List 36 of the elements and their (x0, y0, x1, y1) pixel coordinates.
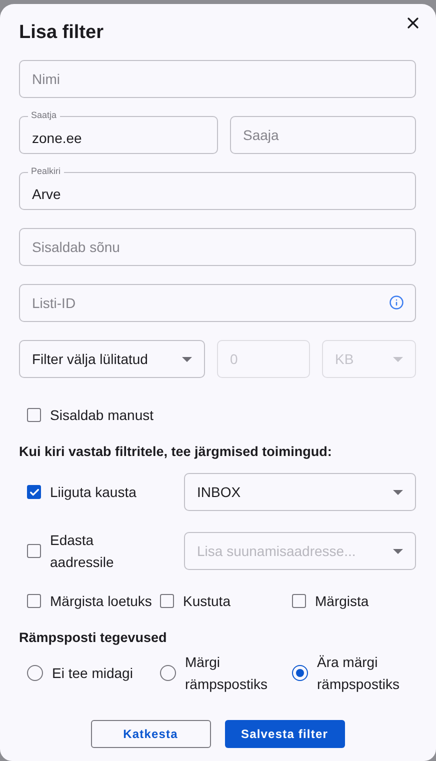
checkbox[interactable] (27, 408, 41, 422)
checkbox-label: Edasta aadressile (50, 531, 115, 572)
radio-button[interactable] (292, 665, 308, 681)
action-select[interactable]: INBOX (184, 473, 416, 511)
checkbox-label: Märgista loetuks (50, 592, 152, 611)
section-heading: Kui kiri vastab filtritele, tee järgmised toimingud: (19, 444, 333, 459)
size-mode-select[interactable]: Filter välja lülitatud (19, 340, 205, 378)
caret-icon (393, 356, 403, 362)
dialog-title: Lisa filter (19, 22, 104, 44)
checkbox-label: Sisaldab manust (50, 406, 154, 425)
section-heading: Rämpsposti tegevused (19, 630, 168, 645)
radio-label: Märgi rämpspostiks (185, 653, 268, 694)
field-label: Saatja (28, 110, 60, 121)
info-icon[interactable] (389, 295, 404, 310)
cancel-button[interactable]: Katkesta (90, 720, 210, 748)
contains-field[interactable]: Sisaldab sõnu (19, 228, 416, 266)
caret-icon (182, 356, 192, 362)
radio-label: Ära märgi rämpspostiks (317, 653, 400, 694)
checkbox-label: Liiguta kausta (50, 483, 136, 502)
recipient-field[interactable]: Saaja (230, 116, 416, 154)
caret-icon (393, 548, 403, 554)
caret-icon (393, 490, 403, 494)
radio-button[interactable] (160, 665, 176, 681)
checkbox[interactable] (160, 594, 174, 608)
checkbox[interactable] (292, 594, 306, 608)
list-id-field[interactable]: Listi-ID (19, 284, 416, 322)
save-button[interactable]: Salvesta filter (224, 720, 344, 748)
radio-label: Ei tee midagi (52, 664, 133, 683)
checkbox[interactable] (27, 594, 41, 608)
checkbox-label: Kustuta (183, 592, 230, 611)
checkbox-label: Märgista (315, 592, 369, 611)
name-field[interactable]: Nimi (19, 60, 416, 98)
checkbox[interactable] (27, 485, 41, 499)
checkbox[interactable] (27, 544, 41, 558)
field-label: Pealkiri (28, 166, 64, 177)
radio-button[interactable] (27, 665, 43, 681)
